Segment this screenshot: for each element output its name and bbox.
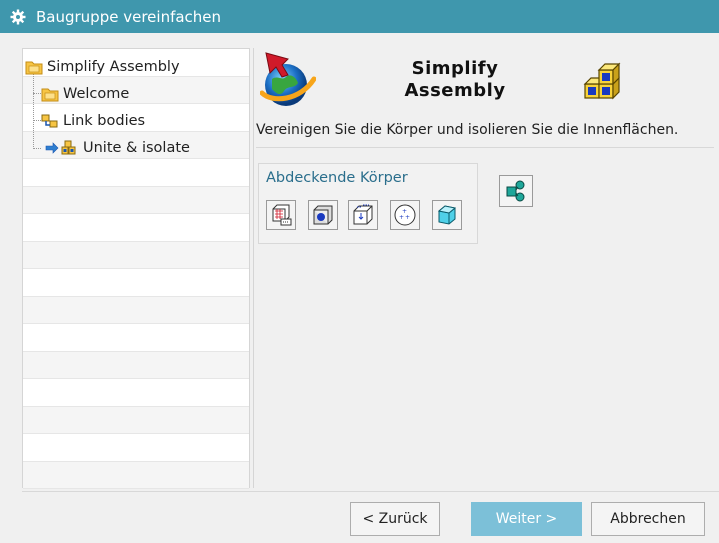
window-title: Baugruppe vereinfachen [36,7,222,26]
svg-text:+: + [399,214,404,221]
main-panel [253,48,718,488]
box-body-button[interactable] [308,200,338,230]
folder-icon [25,61,43,75]
arrow-right-icon [45,142,59,154]
box-body-icon [313,205,333,225]
point-cloud-icon: + + + [394,204,416,226]
cancel-button[interactable]: Abbrechen [591,502,705,536]
cube-icon [437,205,457,225]
svg-text:+: + [405,214,410,221]
stacked-cubes-icon [583,62,621,100]
folder-icon [41,88,59,102]
group-label: Abdeckende Körper [266,170,408,186]
header-title: Simplify Assembly [404,58,506,101]
tree-item-link-bodies[interactable]: Link bodies [41,109,145,133]
tree-item-simplify-assembly[interactable]: Simplify Assembly [25,55,180,79]
link-bodies-icon [41,114,58,128]
cube-button[interactable] [432,200,462,230]
unite-isolate-button[interactable] [499,175,533,207]
bounding-box-icon [353,204,373,225]
back-button[interactable]: < Zurück [350,502,440,536]
next-button[interactable]: Weiter > [471,502,582,536]
title-bar: Baugruppe vereinfachen [0,0,719,33]
globe-logo-icon [260,52,316,106]
point-cloud-button[interactable]: + + + [390,200,420,230]
tree-item-welcome[interactable]: Welcome [41,82,129,106]
bounding-box-button[interactable] [348,200,378,230]
wizard-step-tree[interactable]: Simplify Assembly Welcome Link bodies Un… [22,48,250,489]
select-faces-icon [272,204,292,226]
gear-icon [10,9,26,24]
separator [256,147,714,148]
tree-item-unite-isolate[interactable]: Unite & isolate [45,136,190,160]
unite-isolate-icon [506,180,525,202]
footer-separator [22,491,719,492]
instruction-text: Vereinigen Sie die Körper und isolieren … [256,122,679,138]
select-faces-button[interactable] [266,200,296,230]
unite-bodies-icon [61,140,76,155]
